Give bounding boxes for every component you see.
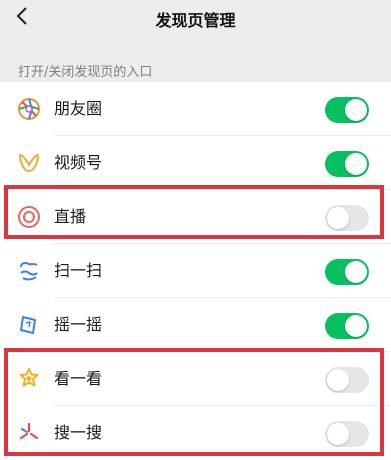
scan-icon [20, 262, 38, 281]
item-label: 视频号 [54, 153, 103, 172]
list-item-live: 直播 [0, 190, 391, 244]
search-toggle[interactable] [325, 421, 369, 447]
list-item-top-stories: 看一看 [0, 352, 391, 406]
list-item-search: 搜一搜 [0, 406, 391, 460]
list-item-channels: 视频号 [0, 136, 391, 190]
top-stories-toggle[interactable] [325, 367, 369, 393]
list-item-shake: 摇一摇 [0, 298, 391, 352]
item-label: 朋友圈 [54, 99, 103, 118]
list-item-moments: 朋友圈 [0, 82, 391, 136]
item-label: 直播 [54, 207, 87, 226]
page-title: 发现页管理 [155, 11, 236, 30]
toggle-knob [327, 207, 349, 229]
moments-icon [18, 98, 40, 120]
search-icon [19, 422, 39, 440]
entry-list: 朋友圈 视频号 直播 扫一扫 摇一摇 看一看 搜一搜 [0, 82, 391, 460]
list-item-scan: 扫一扫 [0, 244, 391, 298]
item-label: 看一看 [54, 369, 103, 388]
moments-toggle[interactable] [325, 97, 369, 123]
toggle-knob [327, 423, 349, 445]
top-stories-icon [19, 368, 39, 387]
toggle-knob [345, 99, 367, 121]
section-label: 打开/关闭发现页的入口 [18, 65, 153, 80]
scan-toggle[interactable] [325, 259, 369, 285]
live-icon [18, 206, 40, 228]
shake-icon [20, 316, 36, 334]
item-label: 摇一摇 [54, 315, 103, 334]
channels-toggle[interactable] [325, 151, 369, 177]
toggle-knob [327, 369, 349, 391]
nav-bar: 发现页管理 [0, 0, 391, 38]
toggle-knob [345, 315, 367, 337]
live-toggle[interactable] [325, 205, 369, 231]
toggle-knob [345, 153, 367, 175]
item-label: 扫一扫 [54, 261, 103, 280]
shake-toggle[interactable] [325, 313, 369, 339]
item-label: 搜一搜 [54, 423, 103, 442]
toggle-knob [345, 261, 367, 283]
channels-icon [18, 153, 40, 173]
